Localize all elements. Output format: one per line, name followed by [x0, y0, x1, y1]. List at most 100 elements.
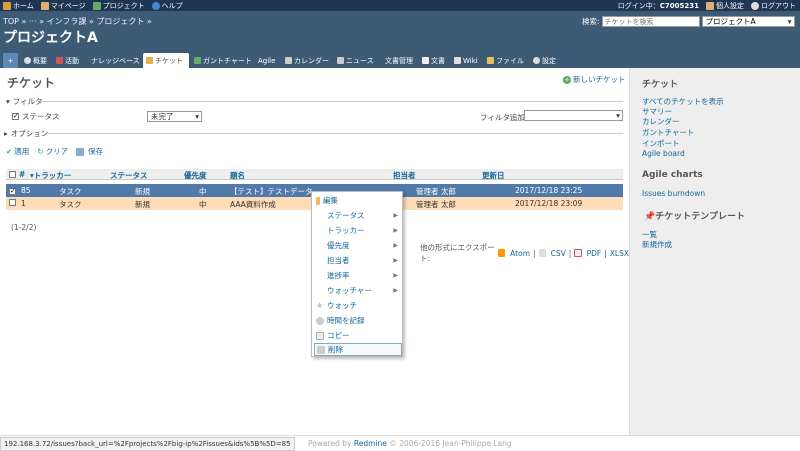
apply-button[interactable]: ✔ 適用: [6, 146, 29, 157]
clear-button[interactable]: ↻ クリア: [37, 146, 68, 157]
issue-subject[interactable]: AAA資料作成: [230, 199, 276, 210]
project-jump-select[interactable]: プロジェクトA: [701, 16, 795, 27]
sidebar-agile-title: Agile charts: [642, 170, 703, 180]
export-xlsx[interactable]: XLSX: [610, 249, 629, 258]
tab-documents[interactable]: 文書: [419, 53, 448, 68]
search-input[interactable]: [601, 16, 700, 27]
issue-subject[interactable]: 【テスト】テストデータ: [230, 186, 313, 197]
tab-knowledgebase[interactable]: ナレッジベース: [88, 53, 143, 68]
projects-link[interactable]: プロジェクト: [92, 1, 145, 11]
tab-gantt[interactable]: ガントチャート: [191, 53, 255, 68]
breadcrumb[interactable]: TOP » ··· » インフラ課 » プロジェクト »: [3, 16, 152, 27]
login-user[interactable]: C7005231: [660, 2, 699, 10]
context-menu-copy[interactable]: コピー: [314, 329, 402, 342]
context-menu-edit[interactable]: 編集: [314, 194, 402, 207]
export-csv[interactable]: CSV: [551, 249, 566, 258]
submenu-arrow-icon: ▶: [393, 287, 398, 294]
issue-status: 新規: [135, 187, 150, 196]
col-status[interactable]: ステータス: [110, 170, 148, 181]
context-menu-delete[interactable]: 削除: [314, 343, 402, 356]
submenu-arrow-icon: ▶: [393, 257, 398, 264]
row-checkbox[interactable]: [9, 199, 16, 206]
issue-assignee[interactable]: 管理者 太郎: [416, 199, 456, 210]
query-actions: ✔ 適用 ↻ クリア 保存: [6, 146, 103, 157]
status-filter-label[interactable]: ステータス: [12, 111, 60, 122]
tab-agile[interactable]: Agile: [255, 53, 278, 68]
context-menu-tracker[interactable]: トラッカー ▶: [314, 224, 402, 237]
context-menu-watch[interactable]: ★ ウォッチ: [314, 299, 402, 312]
export-atom[interactable]: Atom: [510, 249, 530, 258]
export-pdf[interactable]: PDF: [587, 249, 602, 258]
user-icon: [706, 2, 714, 10]
trash-icon: [317, 345, 325, 354]
main-menu: + 概要 活動 ナレッジベース チケット ガントチャート Agile カレンダー…: [0, 51, 800, 68]
tab-calendar[interactable]: カレンダー: [282, 53, 332, 68]
tab-overview[interactable]: 概要: [21, 53, 50, 68]
col-assignee[interactable]: 担当者: [393, 170, 416, 181]
home-link[interactable]: ホーム: [3, 1, 34, 11]
context-menu-status[interactable]: ステータス ▶: [314, 209, 402, 222]
context-menu-log-time[interactable]: 時間を記録: [314, 314, 402, 327]
gear-icon: [533, 57, 540, 64]
sidebar-link-burndown[interactable]: Issues burndown: [642, 189, 705, 198]
power-icon: [751, 2, 759, 10]
col-tracker[interactable]: ▾トラッカー: [30, 170, 71, 181]
col-priority[interactable]: 優先度: [184, 170, 207, 181]
export-links: 他の形式にエクスポート: Atom | CSV | PDF | XLSX: [420, 243, 629, 263]
context-menu-done-ratio[interactable]: 進捗率 ▶: [314, 269, 402, 282]
col-subject[interactable]: 題名: [230, 170, 245, 181]
footer: 192.168.3.72/issues?back_url=%2Fprojects…: [0, 435, 800, 451]
context-menu-assignee[interactable]: 担当者 ▶: [314, 254, 402, 267]
plus-icon: +: [563, 75, 571, 84]
my-account-link[interactable]: 個人設定: [706, 1, 744, 11]
row-checkbox[interactable]: [9, 187, 16, 195]
mypage-link[interactable]: マイページ: [40, 1, 86, 11]
submenu-arrow-icon: ▶: [393, 227, 398, 234]
status-operator-select[interactable]: 未完了: [147, 111, 202, 122]
reload-icon: ↻: [37, 147, 44, 156]
issue-status: 新規: [135, 200, 150, 209]
page-title: チケット: [7, 76, 56, 90]
sidebar-link-import[interactable]: インポート: [642, 138, 680, 149]
help-link[interactable]: ヘルプ: [151, 1, 183, 11]
tab-files[interactable]: ファイル: [484, 53, 527, 68]
activity-icon: [56, 57, 63, 64]
divider: [40, 101, 623, 102]
save-query-button[interactable]: 保存: [76, 146, 103, 157]
issue-tracker: タスク: [59, 200, 82, 209]
tab-issues[interactable]: チケット: [143, 53, 189, 68]
logout-link[interactable]: ログアウト: [751, 1, 796, 11]
submenu-arrow-icon: ▶: [393, 272, 398, 279]
sidebar-link-gantt[interactable]: ガントチャート: [642, 127, 694, 138]
context-menu-priority[interactable]: 優先度 ▶: [314, 239, 402, 252]
tab-settings[interactable]: 設定: [530, 53, 559, 68]
issue-assignee[interactable]: 管理者 太郎: [416, 186, 456, 197]
new-issue-link[interactable]: + 新しいチケット: [563, 74, 626, 85]
redmine-link[interactable]: Redmine: [354, 439, 387, 448]
add-filter-select[interactable]: [524, 110, 623, 121]
col-id[interactable]: #: [19, 170, 25, 179]
collapse-arrow-icon: ▾: [6, 97, 10, 106]
filter-legend[interactable]: ▾ フィルタ: [6, 96, 43, 107]
col-updated[interactable]: 更新日: [482, 170, 505, 181]
status-filter-checkbox[interactable]: [12, 112, 19, 120]
issue-id[interactable]: 85: [21, 186, 31, 195]
sidebar-link-agile-board[interactable]: Agile board: [642, 149, 685, 158]
gantt-icon: [194, 57, 201, 64]
tab-new-object[interactable]: +: [3, 53, 18, 68]
sidebar-link-template-new[interactable]: 新規作成: [642, 239, 672, 250]
issue-id[interactable]: 1: [21, 199, 26, 208]
tab-wiki[interactable]: Wiki: [451, 53, 481, 68]
options-legend[interactable]: ▸ オプション: [4, 128, 48, 139]
sidebar-link-calendar[interactable]: カレンダー: [642, 116, 680, 127]
context-menu: 編集 ステータス ▶ トラッカー ▶ 優先度 ▶ 担当者 ▶ 進捗率 ▶ ウォッチャー ▶ …: [311, 191, 403, 357]
select-all-checkbox[interactable]: [9, 171, 16, 178]
search-label: 検索:: [582, 17, 600, 26]
tab-activity[interactable]: 活動: [53, 53, 82, 68]
check-icon: ✔: [6, 147, 13, 156]
top-menu-bar: ホーム マイページ プロジェクト ヘルプ ログイン中：C7005231 個人設定…: [0, 0, 800, 11]
tab-dmsf[interactable]: 文書管理: [382, 53, 416, 68]
tab-news[interactable]: ニュース: [334, 53, 377, 68]
overview-icon: [24, 57, 31, 64]
context-menu-watchers[interactable]: ウォッチャー ▶: [314, 284, 402, 297]
